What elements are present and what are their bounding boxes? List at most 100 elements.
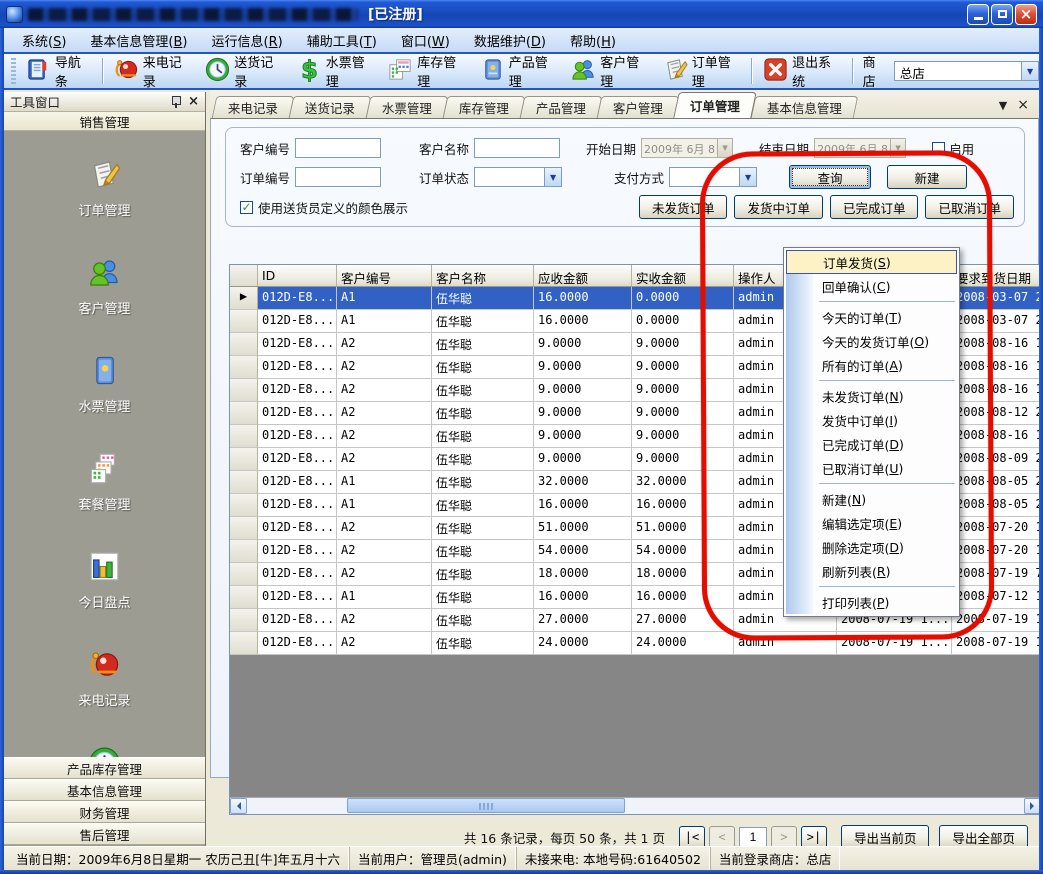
table-cell[interactable]: 16.0000 [534,310,632,333]
tab-4[interactable]: 库存管理 [443,96,526,118]
table-cell[interactable]: 012D-E8... [258,287,337,310]
table-cell[interactable]: 012D-E8... [258,609,337,632]
context-menu-item-10[interactable]: 已完成订单(D) [786,432,957,456]
status-filter-button-1[interactable]: 未发货订单 [639,195,728,219]
table-cell[interactable]: 2008-08-05 2... [952,471,1043,494]
row-selector-cell[interactable]: ▶ [230,287,258,310]
table-cell[interactable]: 16.0000 [632,494,734,517]
table-cell[interactable]: A2 [337,609,432,632]
color-display-checkbox[interactable]: ✓ [240,201,253,214]
table-cell[interactable]: 54.0000 [534,540,632,563]
tab-1[interactable]: 来电记录 [212,96,295,118]
table-cell[interactable]: 9.0000 [534,448,632,471]
column-header[interactable]: 实收金额 [632,265,734,287]
table-cell[interactable]: 2008-03-07 2... [952,287,1043,310]
table-row[interactable]: 012D-E8...A2伍华聪24.000024.0000admin2008-0… [230,632,1041,655]
context-menu-item-2[interactable]: 回单确认(C) [786,274,957,298]
table-cell[interactable]: 9.0000 [534,379,632,402]
end-date-picker[interactable]: 2009年 6月 8日 ▼ [814,138,906,158]
row-selector-cell[interactable] [230,563,258,586]
table-cell[interactable]: 32.0000 [534,471,632,494]
table-cell[interactable]: admin [734,632,837,655]
table-cell[interactable]: 012D-E8... [258,540,337,563]
table-cell[interactable]: 18.0000 [534,563,632,586]
toolbar-button-8[interactable]: 客户管理 [564,50,656,92]
column-header[interactable]: ID [258,265,337,287]
context-menu-item-4[interactable]: 今天的订单(T) [786,305,957,329]
tab-close-icon[interactable]: × [1017,98,1029,112]
table-cell[interactable]: 伍华聪 [432,540,534,563]
toolbar-button-9[interactable]: 订单管理 [656,50,748,92]
row-selector-cell[interactable] [230,494,258,517]
row-selector-cell[interactable] [230,471,258,494]
table-cell[interactable]: 16.0000 [632,586,734,609]
table-cell[interactable]: 9.0000 [632,448,734,471]
row-selector-cell[interactable] [230,402,258,425]
row-selector-cell[interactable] [230,448,258,471]
tab-7[interactable]: 订单管理 [673,92,757,118]
table-cell[interactable]: 2008-07-20 1... [952,517,1043,540]
row-selector-cell[interactable] [230,310,258,333]
sidebar-close-icon[interactable]: × [188,95,199,108]
tab-8[interactable]: 基本信息管理 [751,96,859,118]
table-cell[interactable]: 0.0000 [632,287,734,310]
toolbar-button-7[interactable]: 产品管理 [473,50,565,92]
row-selector-cell[interactable] [230,333,258,356]
table-cell[interactable]: 9.0000 [534,333,632,356]
order-code-input[interactable] [295,167,381,187]
table-cell[interactable]: 2008-07-19 1... [952,632,1043,655]
table-cell[interactable]: 012D-E8... [258,494,337,517]
table-cell[interactable]: 伍华聪 [432,494,534,517]
context-menu-item-11[interactable]: 已取消订单(U) [786,456,957,480]
table-cell[interactable]: 伍华聪 [432,402,534,425]
sidebar-item-4[interactable]: 套餐管理 [78,451,130,513]
table-cell[interactable]: 伍华聪 [432,425,534,448]
row-selector-cell[interactable] [230,586,258,609]
table-cell[interactable]: 012D-E8... [258,402,337,425]
table-cell[interactable]: 012D-E8... [258,356,337,379]
context-menu-item-6[interactable]: 所有的订单(A) [786,353,957,377]
table-cell[interactable]: 2008-07-19 7:59 [952,563,1043,586]
table-cell[interactable]: 0.0000 [632,310,734,333]
menu-item-3[interactable]: 运行信息(R) [200,28,295,53]
table-cell[interactable]: 9.0000 [534,402,632,425]
context-menu-item-18[interactable]: 打印列表(P) [786,590,957,614]
table-cell[interactable]: 2008-08-16 1... [952,356,1043,379]
pin-icon[interactable] [171,96,180,108]
context-menu-item-13[interactable]: 新建(N) [786,487,957,511]
toolbar-button-1[interactable]: 导航条 [19,50,98,92]
table-cell[interactable]: A2 [337,540,432,563]
table-cell[interactable]: A2 [337,448,432,471]
menu-item-1[interactable]: 系统(S) [10,28,78,53]
sidebar-section-5[interactable]: 售后管理 [4,823,205,845]
table-cell[interactable]: 2008-03-07 2... [952,310,1043,333]
context-menu-item-16[interactable]: 刷新列表(R) [786,559,957,583]
row-selector-cell[interactable] [230,540,258,563]
payment-select[interactable]: ▼ [669,167,757,187]
row-selector-cell[interactable] [230,632,258,655]
table-cell[interactable]: 9.0000 [632,402,734,425]
table-cell[interactable]: 51.0000 [632,517,734,540]
table-cell[interactable]: A2 [337,402,432,425]
table-cell[interactable]: 24.0000 [632,632,734,655]
sidebar-section-sales[interactable]: 销售管理 [4,112,205,131]
table-cell[interactable]: 9.0000 [632,425,734,448]
page-number-input[interactable] [739,827,767,848]
table-cell[interactable]: 9.0000 [632,379,734,402]
table-cell[interactable]: A2 [337,356,432,379]
column-header[interactable]: 客户编号 [337,265,432,287]
close-button[interactable]: × [1015,4,1037,25]
table-cell[interactable]: 012D-E8... [258,425,337,448]
new-button[interactable]: 新建 [887,165,967,189]
toolbar-button-3[interactable]: 来电记录 [107,50,199,92]
tab-2[interactable]: 送货记录 [289,96,372,118]
menu-item-7[interactable]: 帮助(H) [558,28,628,53]
table-cell[interactable]: 伍华聪 [432,609,534,632]
table-cell[interactable]: 012D-E8... [258,517,337,540]
table-cell[interactable]: 16.0000 [534,287,632,310]
column-header[interactable]: 应收金额 [534,265,632,287]
table-cell[interactable]: 2008-08-16 1... [952,333,1043,356]
table-cell[interactable]: 9.0000 [632,333,734,356]
row-selector-cell[interactable] [230,425,258,448]
column-header[interactable]: 客户名称 [432,265,534,287]
